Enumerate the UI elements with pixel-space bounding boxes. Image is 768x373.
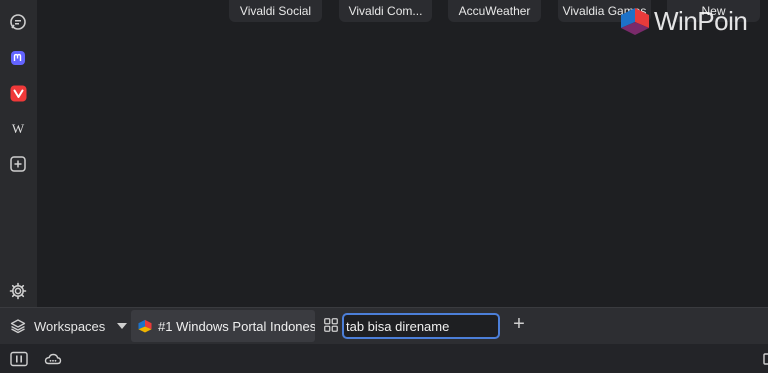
- panel-sidebar: W: [0, 0, 37, 307]
- mastodon-icon[interactable]: [8, 48, 28, 68]
- winpoin-watermark: WinPoin: [620, 4, 748, 38]
- add-panel-icon[interactable]: [8, 154, 28, 174]
- chevron-down-icon: [117, 323, 128, 329]
- tab-bar: Workspaces #1 Windows Portal Indonesia +: [0, 307, 768, 344]
- tab-title: #1 Windows Portal Indonesia: [158, 318, 315, 334]
- status-bar: [0, 344, 768, 373]
- workspaces-button[interactable]: Workspaces: [10, 316, 128, 336]
- panel-toggle-icon[interactable]: [10, 351, 28, 367]
- chat-icon[interactable]: [8, 12, 28, 32]
- window-edge-icon: [763, 353, 768, 365]
- wikipedia-icon[interactable]: W: [8, 119, 28, 139]
- settings-icon[interactable]: [8, 281, 28, 301]
- vivaldi-icon[interactable]: [8, 83, 28, 103]
- speed-dial-label: Vivaldi Social: [239, 4, 312, 18]
- sync-cloud-icon[interactable]: [44, 351, 62, 367]
- tab-stack-grid-icon[interactable]: [324, 318, 338, 332]
- tab-rename-input[interactable]: [342, 313, 500, 339]
- winpoin-logo-icon: [621, 8, 649, 35]
- page-content: [37, 0, 768, 307]
- layers-icon: [10, 319, 26, 334]
- speed-dial-label: Vivaldi Com...: [348, 4, 423, 18]
- speed-dial-vivaldi-community[interactable]: Vivaldi Com...: [339, 0, 432, 22]
- workspaces-label: Workspaces: [34, 318, 106, 334]
- winpoin-favicon-icon: [138, 319, 152, 333]
- speed-dial-accuweather[interactable]: AccuWeather: [448, 0, 541, 22]
- new-tab-button[interactable]: +: [510, 314, 528, 334]
- tab-winpoin[interactable]: #1 Windows Portal Indonesia: [131, 310, 315, 342]
- speed-dial-vivaldi-social[interactable]: Vivaldi Social: [229, 0, 322, 22]
- speed-dial-label: AccuWeather: [458, 4, 531, 18]
